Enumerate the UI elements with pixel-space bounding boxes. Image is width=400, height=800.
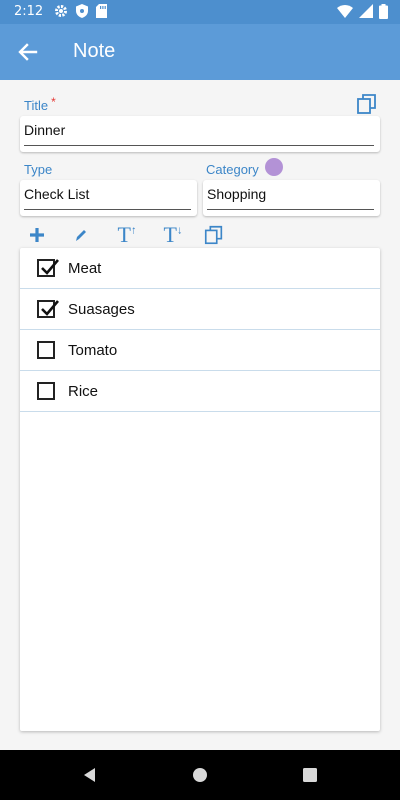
battery-icon (379, 4, 388, 19)
list-item[interactable]: Tomato (20, 330, 380, 371)
category-value: Shopping (207, 186, 267, 202)
nav-back-button[interactable] (80, 765, 100, 785)
edit-pencil-icon (76, 230, 86, 241)
wifi-icon (337, 5, 353, 18)
status-time: 2:12 (14, 4, 44, 19)
back-triangle-icon (84, 768, 95, 782)
shield-icon (76, 4, 88, 18)
text-size-increase-button[interactable]: T↑ (114, 222, 140, 248)
checkbox-checked[interactable] (37, 259, 59, 277)
type-label: Type (24, 162, 53, 177)
title-label-text: Title (24, 98, 49, 113)
item-label: Rice (68, 383, 99, 400)
checklist-panel: Meat Suasages Tomato Rice (20, 248, 380, 731)
checkmark-icon (41, 300, 59, 316)
checkbox-checked[interactable] (37, 300, 59, 318)
text-size-decrease-button[interactable]: T↓ (160, 222, 186, 248)
edit-button[interactable] (70, 222, 92, 248)
page-title: Note (73, 40, 116, 62)
copy-list-button[interactable] (202, 222, 226, 248)
item-label: Meat (68, 260, 102, 277)
status-system-icons (337, 4, 388, 19)
system-nav-bar (0, 750, 400, 800)
arrow-left-icon (18, 43, 38, 61)
item-label: Tomato (68, 342, 118, 359)
sd-card-icon (96, 4, 107, 18)
title-field[interactable]: Dinner (20, 116, 380, 152)
title-underline (24, 145, 374, 146)
text-size-decrease-icon: T↓ (163, 222, 183, 247)
checkbox-unchecked[interactable] (37, 382, 55, 400)
decrease-glyph: T (163, 222, 177, 247)
required-mark: * (51, 95, 56, 109)
item-label: Suasages (68, 301, 135, 318)
category-color-dot[interactable] (265, 158, 283, 176)
nav-recents-button[interactable] (300, 765, 320, 785)
copy-icon (204, 225, 223, 245)
copy-icon (357, 94, 376, 114)
add-icon (30, 228, 44, 242)
increase-glyph: T (117, 222, 131, 247)
type-select[interactable]: Check List (20, 180, 197, 216)
category-label: Category (206, 162, 259, 177)
list-item[interactable]: Rice (20, 371, 380, 412)
checkmark-icon (41, 259, 59, 275)
title-value: Dinner (24, 122, 66, 138)
home-circle-icon (193, 768, 207, 782)
category-underline (207, 209, 374, 210)
recents-square-icon (303, 768, 317, 782)
status-bar: 2:12 (0, 0, 400, 24)
title-label: Title * (24, 95, 56, 113)
type-value: Check List (24, 186, 90, 202)
list-item[interactable]: Meat (20, 248, 380, 289)
signal-icon (359, 4, 373, 18)
text-size-increase-icon: T↑ (117, 222, 137, 247)
add-item-button[interactable] (26, 222, 48, 248)
checkbox-unchecked[interactable] (37, 341, 55, 359)
copy-title-button[interactable] (355, 92, 379, 116)
gear-icon (55, 5, 67, 17)
back-button[interactable] (10, 34, 46, 70)
list-item[interactable]: Suasages (20, 289, 380, 330)
nav-home-button[interactable] (190, 765, 210, 785)
category-select[interactable]: Shopping (203, 180, 380, 216)
status-notification-icons (54, 4, 107, 18)
type-underline (24, 209, 191, 210)
app-bar: Note (0, 24, 400, 80)
